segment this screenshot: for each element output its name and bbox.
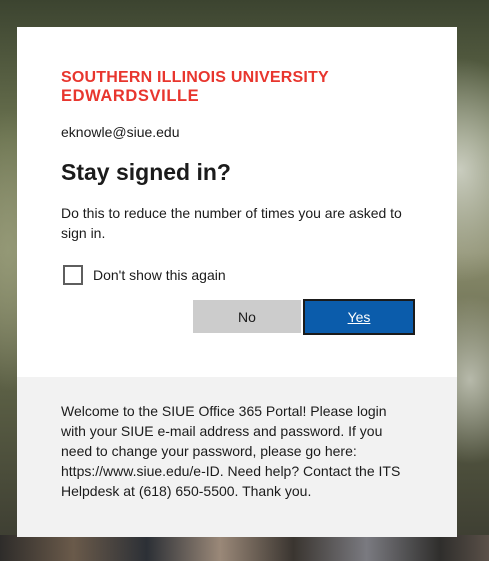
logo-line-1: SOUTHERN ILLINOIS UNIVERSITY <box>61 69 329 86</box>
yes-button[interactable]: Yes <box>303 299 415 335</box>
dont-show-again-checkbox[interactable] <box>63 265 83 285</box>
prompt-description: Do this to reduce the number of times yo… <box>61 205 402 241</box>
organization-logo: SOUTHERN ILLINOIS UNIVERSITY EDWARDSVILL… <box>61 69 329 105</box>
account-email: eknowle@siue.edu <box>61 124 180 140</box>
dont-show-again-label[interactable]: Don't show this again <box>93 267 226 283</box>
footer-panel: Welcome to the SIUE Office 365 Portal! P… <box>17 377 457 537</box>
signin-dialog: SOUTHERN ILLINOIS UNIVERSITY EDWARDSVILL… <box>17 27 457 537</box>
footer-message: Welcome to the SIUE Office 365 Portal! P… <box>61 403 401 499</box>
logo-line-2: EDWARDSVILLE <box>61 87 200 105</box>
background-crowd <box>0 535 489 561</box>
dont-show-again-row[interactable]: Don't show this again <box>63 265 226 285</box>
no-button[interactable]: No <box>193 300 301 333</box>
page-title: Stay signed in? <box>61 159 231 185</box>
